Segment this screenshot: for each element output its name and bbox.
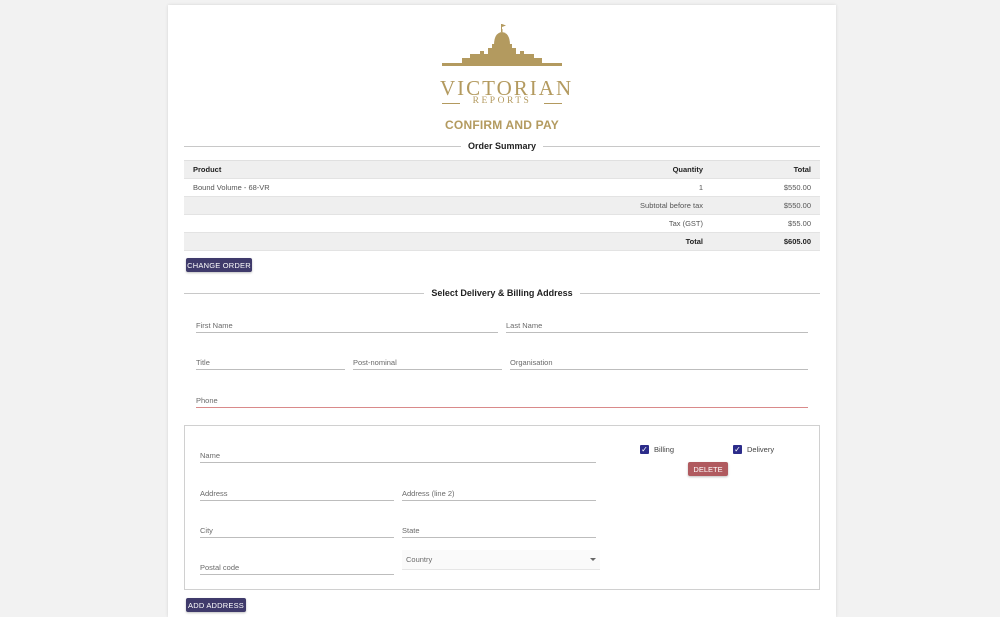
product-cell: Bound Volume - 68-VR — [184, 178, 604, 197]
subtotal-value: $550.00 — [712, 196, 820, 215]
delivery-label: Delivery — [747, 445, 775, 454]
first-name-placeholder: First Name — [196, 321, 233, 330]
total-cell: $550.00 — [712, 178, 820, 197]
billing-label: Billing — [654, 445, 675, 454]
phone-placeholder: Phone — [196, 396, 218, 405]
billing-checkbox[interactable]: ✓ Billing — [640, 445, 674, 454]
first-name-field[interactable]: First Name — [196, 317, 498, 333]
building-icon — [442, 24, 562, 66]
country-placeholder: Country — [406, 555, 433, 564]
city-field[interactable]: City — [200, 522, 394, 538]
address-section-heading: Select Delivery & Billing Address — [168, 288, 836, 298]
change-order-button[interactable]: CHANGE ORDER — [186, 258, 252, 272]
address-name-placeholder: Name — [200, 451, 221, 460]
postal-code-field[interactable]: Postal code — [200, 559, 394, 575]
column-header-total: Total — [712, 160, 820, 179]
order-summary-heading: Order Summary — [168, 141, 836, 151]
subtotal-row: Subtotal before tax $550.00 — [184, 196, 820, 215]
grand-total-row: Total $605.00 — [184, 232, 820, 251]
state-placeholder: State — [402, 526, 420, 535]
address-line2-placeholder: Address (line 2) — [402, 489, 455, 498]
last-name-field[interactable]: Last Name — [506, 317, 808, 333]
organisation-field[interactable]: Organisation — [510, 354, 808, 370]
post-nominal-field[interactable]: Post-nominal — [353, 354, 502, 370]
address-line2-field[interactable]: Address (line 2) — [402, 485, 596, 501]
address-line1-field[interactable]: Address — [200, 485, 394, 501]
logo-rule-right — [544, 103, 562, 104]
checkout-card: VICTORIAN REPORTS CONFIRM AND PAY Order … — [168, 5, 836, 617]
subtotal-label: Subtotal before tax — [604, 196, 712, 215]
state-field[interactable]: State — [402, 522, 596, 538]
check-icon: ✓ — [640, 445, 649, 454]
column-header-quantity: Quantity — [604, 160, 712, 179]
tax-value: $55.00 — [712, 214, 820, 233]
page-title: CONFIRM AND PAY — [445, 118, 559, 132]
phone-field[interactable]: Phone — [196, 392, 808, 408]
tax-row: Tax (GST) $55.00 — [184, 214, 820, 233]
city-placeholder: City — [200, 526, 213, 535]
address-line1-placeholder: Address — [200, 489, 228, 498]
add-address-button[interactable]: ADD ADDRESS — [186, 598, 246, 612]
delete-address-button[interactable]: DELETE — [688, 462, 728, 476]
table-row: Bound Volume - 68-VR 1 $550.00 — [184, 178, 820, 197]
last-name-placeholder: Last Name — [506, 321, 543, 330]
check-icon: ✓ — [733, 445, 742, 454]
organisation-placeholder: Organisation — [510, 358, 553, 367]
post-nominal-placeholder: Post-nominal — [353, 358, 397, 367]
chevron-down-icon — [590, 558, 596, 561]
grand-total-value: $605.00 — [712, 232, 820, 251]
quantity-cell: 1 — [604, 178, 712, 197]
brand-sub: REPORTS — [472, 96, 532, 106]
order-summary-table: Product Quantity Total Bound Volume - 68… — [184, 160, 820, 251]
country-select[interactable]: Country — [402, 550, 600, 570]
column-header-product: Product — [184, 160, 604, 179]
title-field[interactable]: Title — [196, 354, 345, 370]
title-placeholder: Title — [196, 358, 210, 367]
table-header-row: Product Quantity Total — [184, 160, 820, 179]
victorian-reports-logo: VICTORIAN REPORTS — [440, 21, 571, 111]
address-name-field[interactable]: Name — [200, 447, 596, 463]
grand-total-label: Total — [604, 232, 712, 251]
postal-code-placeholder: Postal code — [200, 563, 240, 572]
address-card: Name ✓ Billing ✓ Delivery DELETE Address… — [184, 425, 820, 590]
tax-label: Tax (GST) — [604, 214, 712, 233]
delivery-checkbox[interactable]: ✓ Delivery — [733, 445, 774, 454]
